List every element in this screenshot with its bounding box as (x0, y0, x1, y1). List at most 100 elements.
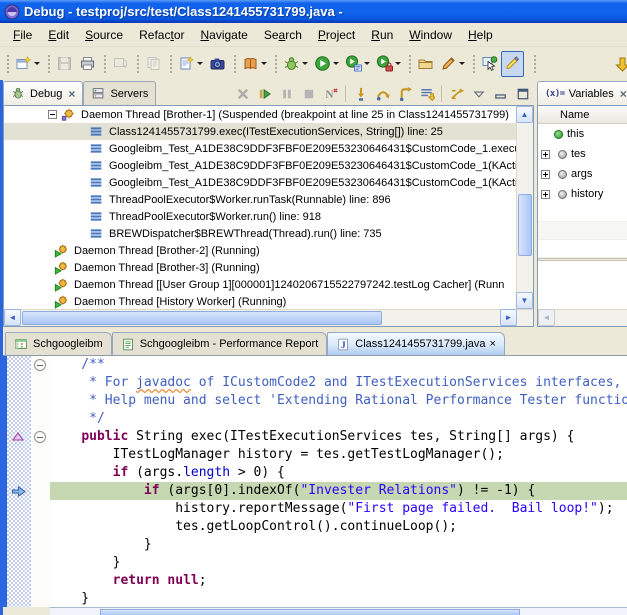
menu-search[interactable]: Search (256, 24, 310, 46)
toolbar-gripper[interactable] (102, 53, 106, 75)
highlighter-button[interactable] (501, 51, 524, 77)
folding-ruler[interactable] (31, 356, 50, 607)
thread-row[interactable]: Daemon Thread [History Worker] (Running) (4, 293, 516, 309)
menu-window[interactable]: Window (401, 24, 460, 46)
new-wizard-button[interactable] (12, 51, 43, 77)
toolbar-gripper[interactable] (5, 53, 9, 75)
new-report-button[interactable] (175, 51, 206, 77)
copy-result-button[interactable] (142, 51, 165, 77)
hscroll-thumb[interactable] (100, 609, 520, 615)
marker-pen-button[interactable] (437, 51, 468, 77)
suspend-button[interactable] (277, 84, 296, 103)
scroll-down-arrow[interactable]: ▼ (516, 292, 533, 309)
menu-source[interactable]: Source (77, 24, 131, 46)
debug-thread-tree[interactable]: Daemon Thread [Brother-1] (Suspended (br… (4, 106, 516, 309)
debug-tree-vscrollbar[interactable]: ▲ ▼ (516, 106, 533, 309)
step-into-button[interactable] (351, 84, 370, 103)
editor-tab-class1241455731799-java[interactable]: JClass1241455731799.java× (327, 332, 505, 355)
toolbar-gripper[interactable] (407, 53, 411, 75)
java-editor[interactable]: /** * For javadoc of ICustomCode2 and IT… (3, 356, 627, 615)
stack-frame-row[interactable]: Googleibm_Test_A1DE38C9DDF3FBF0E209E5323… (4, 140, 516, 157)
scroll-left-arrow[interactable]: ◄ (538, 309, 555, 326)
code-line[interactable]: } (50, 590, 627, 607)
remove-terminated-button[interactable] (233, 84, 252, 103)
save-button[interactable] (53, 51, 76, 77)
scroll-right-arrow[interactable]: ► (500, 309, 517, 326)
editor-hscrollbar[interactable] (50, 607, 627, 615)
code-line[interactable]: } (50, 536, 627, 554)
menu-file[interactable]: File (5, 24, 40, 46)
debug-button[interactable] (280, 51, 311, 77)
step-pattern-button[interactable]: N (321, 84, 340, 103)
step-filters-button[interactable] (447, 84, 466, 103)
terminate-button[interactable] (299, 84, 318, 103)
scroll-left-arrow[interactable]: ◄ (4, 309, 21, 326)
collapse-toggle[interactable] (48, 110, 57, 119)
step-over-button[interactable] (373, 84, 392, 103)
code-line[interactable]: * For javadoc of ICustomCode2 and ITestE… (50, 374, 627, 392)
sync-test-button[interactable] (109, 51, 132, 77)
variables-column-header[interactable]: Name (538, 106, 627, 124)
step-return-button[interactable] (395, 84, 414, 103)
code-line[interactable]: */ (50, 410, 627, 428)
toolbar-gripper[interactable] (232, 53, 236, 75)
thread-row[interactable]: Daemon Thread [Brother-1] (Suspended (br… (4, 106, 516, 123)
view-menu-button[interactable] (469, 84, 488, 103)
print-button[interactable] (76, 51, 99, 77)
resume-button[interactable] (255, 84, 274, 103)
annotation-ruler[interactable] (7, 356, 31, 607)
dropdown-arrow-icon[interactable] (333, 62, 339, 65)
fold-collapse-icon[interactable] (34, 359, 46, 371)
debug-tree-hscrollbar[interactable]: ◄ ► (4, 309, 533, 326)
variables-hscrollbar[interactable]: ◄ (538, 309, 627, 326)
stack-frame-row[interactable]: Class1241455731799.exec(ITestExecutionSe… (4, 123, 516, 140)
toolbar-gripper[interactable] (46, 53, 50, 75)
menu-help[interactable]: Help (460, 24, 501, 46)
close-icon[interactable]: × (490, 338, 496, 350)
run-secure-button[interactable] (373, 51, 404, 77)
report-book-button[interactable] (239, 51, 270, 77)
toolbar-gripper[interactable] (471, 53, 475, 75)
current-debug-line[interactable]: if (args[0].indexOf("Invester Relations"… (50, 482, 627, 500)
code-line[interactable]: return null; (50, 572, 627, 590)
code-line[interactable]: history.reportMessage("First page failed… (50, 500, 627, 518)
close-icon[interactable]: × (68, 89, 75, 99)
dropdown-arrow-icon[interactable] (302, 62, 308, 65)
menu-project[interactable]: Project (310, 24, 363, 46)
toolbar-gripper[interactable] (273, 53, 277, 75)
code-line[interactable]: public String exec(ITestExecutionService… (50, 428, 627, 446)
scroll-up-arrow[interactable]: ▲ (516, 106, 533, 123)
menu-refactor[interactable]: Refactor (131, 24, 192, 46)
thread-row[interactable]: Daemon Thread [Brother-3] (Running) (4, 259, 516, 276)
java-browse-button[interactable] (478, 51, 501, 77)
code-line[interactable]: /** (50, 356, 627, 374)
minimize-button[interactable] (491, 84, 510, 103)
code-line[interactable]: if (args.length > 0) { (50, 464, 627, 482)
variables-detail-pane[interactable] (538, 261, 627, 309)
code-line[interactable]: } (50, 554, 627, 572)
thread-row[interactable]: Daemon Thread [Brother-2] (Running) (4, 242, 516, 259)
fold-collapse-icon[interactable] (34, 431, 46, 443)
expand-toggle[interactable] (541, 150, 550, 159)
dropdown-arrow-icon[interactable] (261, 62, 267, 65)
open-folder-button[interactable] (414, 51, 437, 77)
dropdown-arrow-icon[interactable] (395, 62, 401, 65)
close-icon[interactable]: × (620, 89, 627, 99)
stack-frame-row[interactable]: Googleibm_Test_A1DE38C9DDF3FBF0E209E5323… (4, 174, 516, 191)
variable-row-history[interactable]: history (538, 184, 627, 204)
editor-tab-schgoogleibm-performance-report[interactable]: Schgoogleibm - Performance Report (112, 332, 328, 355)
clipped-edge-button[interactable] (611, 51, 627, 77)
vscroll-thumb[interactable] (518, 194, 532, 256)
expand-toggle[interactable] (541, 170, 550, 179)
tab-servers[interactable]: Servers (83, 81, 156, 105)
stack-frame-row[interactable]: Googleibm_Test_A1DE38C9DDF3FBF0E209E5323… (4, 157, 516, 174)
tab-variables[interactable]: (x)= Variables × (537, 81, 627, 105)
stack-frame-row[interactable]: ThreadPoolExecutor$Worker.run() line: 91… (4, 208, 516, 225)
expand-toggle[interactable] (541, 190, 550, 199)
dropdown-arrow-icon[interactable] (459, 62, 465, 65)
dropdown-arrow-icon[interactable] (34, 62, 40, 65)
thread-row[interactable]: Daemon Thread [[User Group 1][000001]124… (4, 276, 516, 293)
variable-row-args[interactable]: args (538, 164, 627, 184)
title-bar[interactable]: Debug - testproj/src/test/Class124145573… (0, 0, 627, 23)
screen-capture-button[interactable] (206, 51, 229, 77)
